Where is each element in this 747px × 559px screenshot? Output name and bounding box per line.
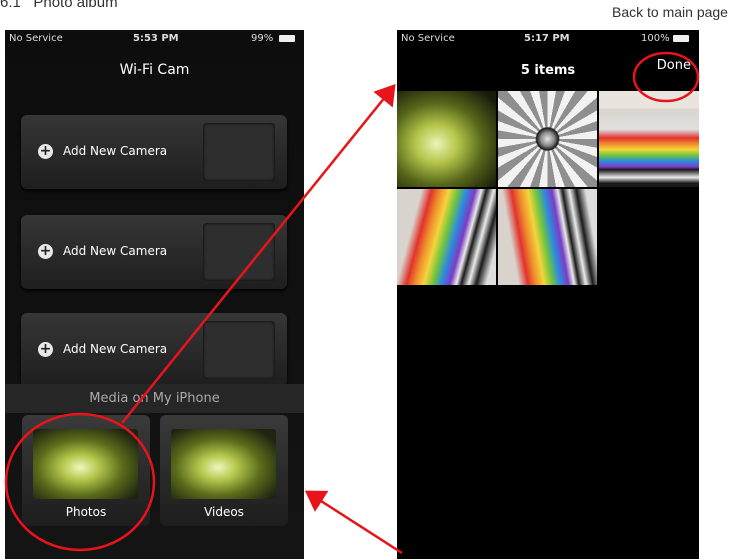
- photos-preview-image: [33, 429, 138, 499]
- battery-percent: 99%: [251, 33, 274, 44]
- photo-thumbnail[interactable]: [498, 189, 597, 285]
- done-button[interactable]: Done: [657, 58, 691, 73]
- photo-thumbnail[interactable]: [599, 91, 699, 187]
- add-camera-label: Add New Camera: [63, 244, 168, 258]
- videos-preview-image: [171, 429, 276, 499]
- photos-label: Photos: [65, 505, 107, 519]
- battery-icon: [673, 35, 689, 42]
- videos-label: Videos: [204, 505, 244, 519]
- carrier-label: No Service: [401, 33, 455, 44]
- add-circle-icon: +: [38, 143, 53, 159]
- photo-thumbnail[interactable]: [397, 91, 496, 187]
- battery-percent: 100%: [641, 33, 670, 44]
- status-time: 5:53 PM: [133, 33, 179, 44]
- photo-thumbnail[interactable]: [397, 189, 496, 285]
- battery-icon: [279, 35, 295, 42]
- add-camera-button-1[interactable]: + Add New Camera: [21, 115, 287, 189]
- status-bar: No Service 5:17 PM 100%: [397, 30, 699, 47]
- add-camera-button-2[interactable]: + Add New Camera: [21, 215, 287, 289]
- arrow-back-to-main: [304, 490, 403, 555]
- carrier-label: No Service: [9, 33, 63, 44]
- status-bar: No Service 5:53 PM 99%: [5, 30, 304, 47]
- photo-thumbnail[interactable]: [498, 91, 597, 187]
- add-camera-label: Add New Camera: [63, 342, 168, 356]
- back-to-main-note: Back to main page: [612, 4, 728, 20]
- camera-thumbnail-placeholder: [203, 223, 275, 281]
- photos-button[interactable]: Photos: [22, 415, 150, 526]
- wifi-cam-main-screen: No Service 5:53 PM 99% Wi-Fi Cam + Add N…: [5, 30, 304, 559]
- camera-thumbnail-placeholder: [203, 123, 275, 181]
- section-heading: 6.1 Photo album: [0, 0, 118, 11]
- photo-album-screen: No Service 5:17 PM 100% 5 items Done: [397, 30, 699, 559]
- videos-button[interactable]: Videos: [160, 415, 288, 526]
- camera-thumbnail-placeholder: [203, 321, 275, 379]
- status-time: 5:17 PM: [524, 33, 570, 44]
- add-circle-icon: +: [38, 243, 53, 259]
- app-title: Wi-Fi Cam: [119, 62, 190, 78]
- add-camera-button-3[interactable]: + Add New Camera: [21, 313, 287, 387]
- add-camera-label: Add New Camera: [63, 144, 168, 158]
- items-count-title: 5 items: [520, 63, 576, 78]
- media-section-header: Media on My iPhone: [5, 384, 304, 413]
- add-circle-icon: +: [38, 341, 53, 357]
